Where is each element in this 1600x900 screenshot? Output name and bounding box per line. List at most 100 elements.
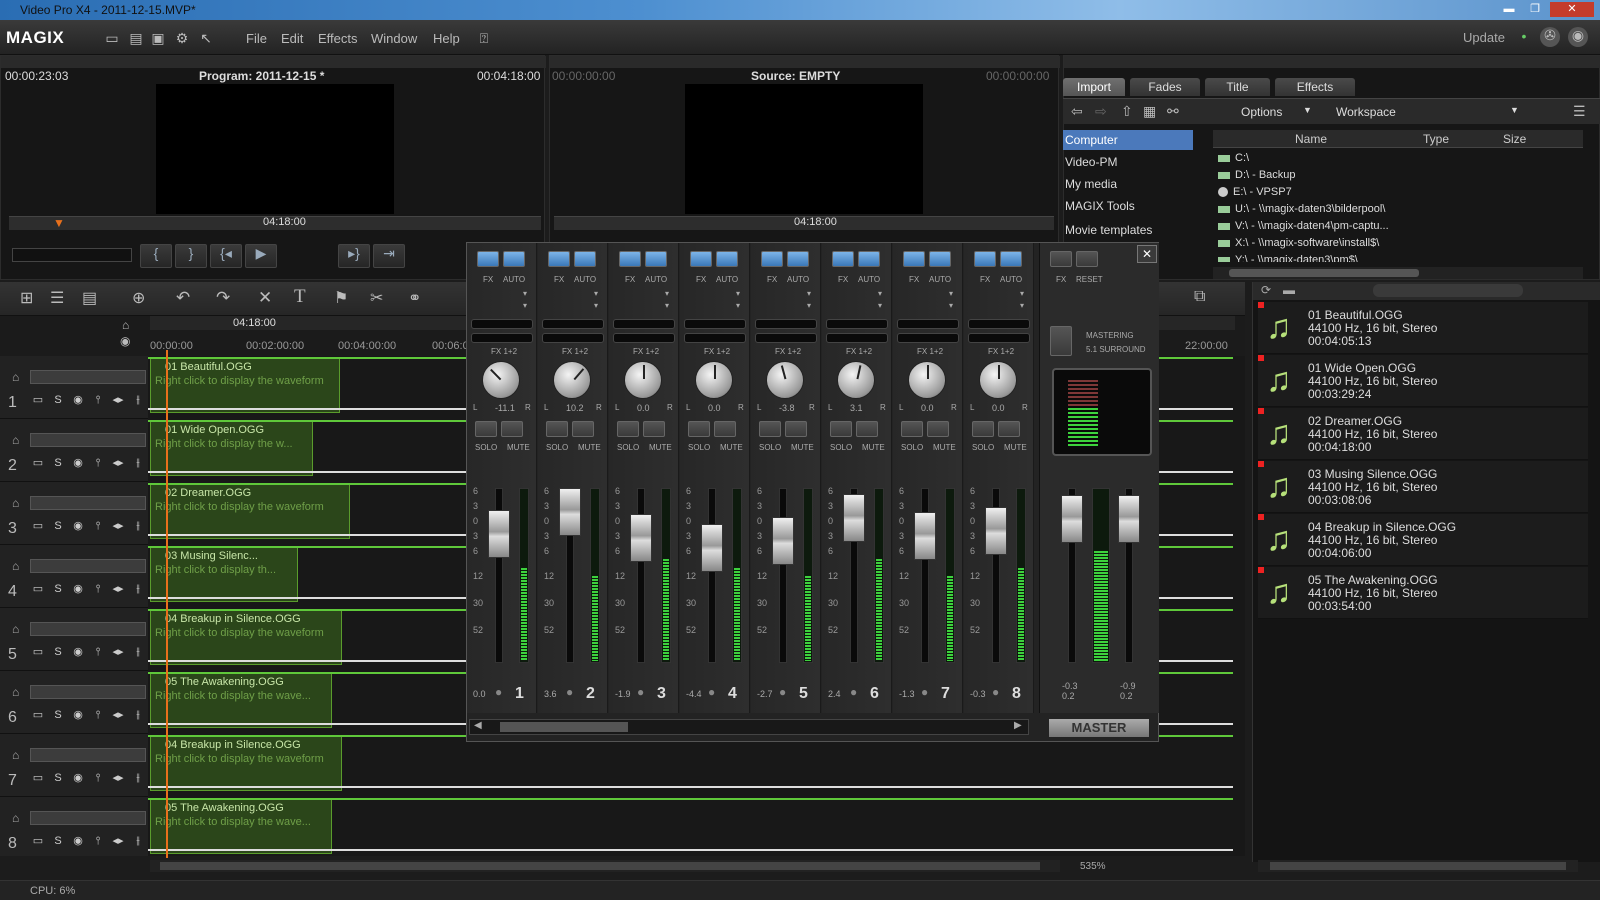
drive-e[interactable]: E:\ - VPSP7 [1218,184,1292,200]
play-button[interactable]: ▶ [245,244,277,268]
channel-chevron-icon[interactable]: ▾ [665,301,669,310]
channel-auto-button[interactable] [503,251,525,267]
mixer-toggle-icon[interactable]: ⧉ [1194,288,1205,306]
fx-slot-1[interactable] [684,319,746,329]
volume-fader-cap[interactable] [559,488,581,536]
scroll-left-icon[interactable]: ◀ [474,720,482,731]
track-eye-icon[interactable]: ◉ [70,644,86,660]
track-record-icon[interactable]: ⫯ [90,455,106,471]
mute-button[interactable] [501,421,523,437]
track-volume-icon[interactable]: ◂▸ [110,392,126,408]
timeline-view-icon[interactable]: ▤ [82,288,97,308]
solo-button[interactable]: S [50,707,66,723]
track-lock-icon[interactable]: ⌂ [12,370,19,384]
track-record-icon[interactable]: ⫯ [90,833,106,849]
track-fx-icon[interactable]: ⫲ [130,833,146,849]
context-help-icon[interactable]: ⍰ [476,30,492,46]
channel-chevron-icon[interactable]: ▾ [523,301,527,310]
tab-import[interactable]: Import [1063,78,1125,96]
solo-button[interactable]: S [50,455,66,471]
channel-fx-button[interactable] [974,251,996,267]
track-eye-icon[interactable]: ◉ [70,707,86,723]
channel-fx-button[interactable] [548,251,570,267]
media-list-scroll-thumb[interactable] [1270,862,1566,870]
nav-computer[interactable]: Computer [1063,130,1193,150]
mixer-close-button[interactable]: ✕ [1137,245,1157,263]
program-video-display[interactable] [156,84,394,214]
drive-v[interactable]: V:\ - \\magix-daten4\pm-captu... [1218,218,1389,234]
timeline-hscrollbar[interactable] [150,860,1060,872]
channel-chevron-icon[interactable]: ▾ [1020,301,1024,310]
workspace-dropdown[interactable]: Workspace [1336,105,1396,119]
link-knob-icon[interactable]: ● [779,685,786,699]
undo-icon[interactable]: ↶ [176,288,190,308]
tab-fades[interactable]: Fades [1130,78,1200,96]
track-volume-icon[interactable]: ◂▸ [110,581,126,597]
pan-knob[interactable] [695,361,733,399]
pan-knob[interactable] [482,361,520,399]
fx-slot-1[interactable] [755,319,817,329]
media-list-item[interactable]: ♫ 02 Dreamer.OGG 44100 Hz, 16 bit, Stereo 0… [1258,408,1588,460]
track-fx-icon[interactable]: ⫲ [130,392,146,408]
track-mute-left-icon[interactable]: ▭ [30,770,46,786]
channel-chevron-icon[interactable]: ▾ [949,289,953,298]
solo-button[interactable] [759,421,781,437]
mute-button[interactable] [856,421,878,437]
marker-flag-icon[interactable]: ⚑ [334,288,348,308]
file-list-hscrollbar[interactable] [1213,267,1583,279]
menu-edit[interactable]: Edit [281,31,303,46]
mixer-scroll-thumb[interactable] [500,722,628,732]
channel-chevron-icon[interactable]: ▾ [1020,289,1024,298]
solo-button[interactable]: S [50,392,66,408]
next-button[interactable]: ⇥ [373,244,405,268]
track-name-field[interactable] [30,685,146,699]
master-reset-button[interactable] [1076,251,1098,267]
up-folder-icon[interactable]: ⇧ [1121,103,1133,120]
record-icon[interactable]: ◉ [1568,27,1588,47]
prev-marker-button[interactable]: {◂ [210,244,242,268]
channel-chevron-icon[interactable]: ▾ [878,301,882,310]
open-folder-icon[interactable]: ▤ [128,30,144,46]
audio-clip[interactable]: 04 Breakup in Silence.OGG Right click to … [150,610,342,665]
list-icon[interactable]: ▬ [1283,283,1295,297]
track-name-field[interactable] [30,748,146,762]
channel-fx-button[interactable] [619,251,641,267]
mute-button[interactable] [785,421,807,437]
track-volume-icon[interactable]: ◂▸ [110,644,126,660]
solo-button[interactable] [617,421,639,437]
channel-auto-button[interactable] [716,251,738,267]
solo-button[interactable] [830,421,852,437]
fx-slot-1[interactable] [542,319,604,329]
film-reel-icon[interactable]: ✇ [1540,27,1560,47]
refresh-icon[interactable]: ⟳ [1261,283,1271,297]
mute-button[interactable] [643,421,665,437]
pan-knob[interactable] [624,361,662,399]
media-list-item[interactable]: ♫ 03 Musing Silence.OGG 44100 Hz, 16 bit, … [1258,461,1588,513]
link-knob-icon[interactable]: ● [921,685,928,699]
options-dropdown[interactable]: Options [1241,105,1282,119]
tab-effects[interactable]: Effects [1275,78,1355,96]
channel-auto-button[interactable] [858,251,880,267]
track-mute-left-icon[interactable]: ▭ [30,518,46,534]
audio-clip[interactable]: 03 Musing Silenc... Right click to displa… [150,547,298,602]
track-record-icon[interactable]: ⫯ [90,770,106,786]
volume-fader-cap[interactable] [914,512,936,560]
media-search-input[interactable] [1373,284,1523,297]
volume-fader-cap[interactable] [843,494,865,542]
master-fx-button[interactable] [1050,251,1072,267]
channel-auto-button[interactable] [1000,251,1022,267]
channel-fx-button[interactable] [832,251,854,267]
nav-magix-tools[interactable]: MAGIX Tools [1063,196,1193,216]
playhead-marker-icon[interactable]: ▼ [53,216,65,230]
fx-slot-1[interactable] [897,319,959,329]
track-volume-icon[interactable]: ◂▸ [110,770,126,786]
channel-chevron-icon[interactable]: ▾ [736,289,740,298]
track-lock-icon[interactable]: ⌂ [12,622,19,636]
column-size[interactable]: Size [1503,132,1526,146]
audio-clip[interactable]: 01 Wide Open.OGG Right click to display t… [150,421,313,476]
pan-knob[interactable] [553,361,591,399]
drive-y[interactable]: Y:\ - \\magix-daten3\pm$\ [1218,252,1358,262]
fx-slot-1[interactable] [613,319,675,329]
mute-button[interactable] [714,421,736,437]
channel-auto-button[interactable] [929,251,951,267]
